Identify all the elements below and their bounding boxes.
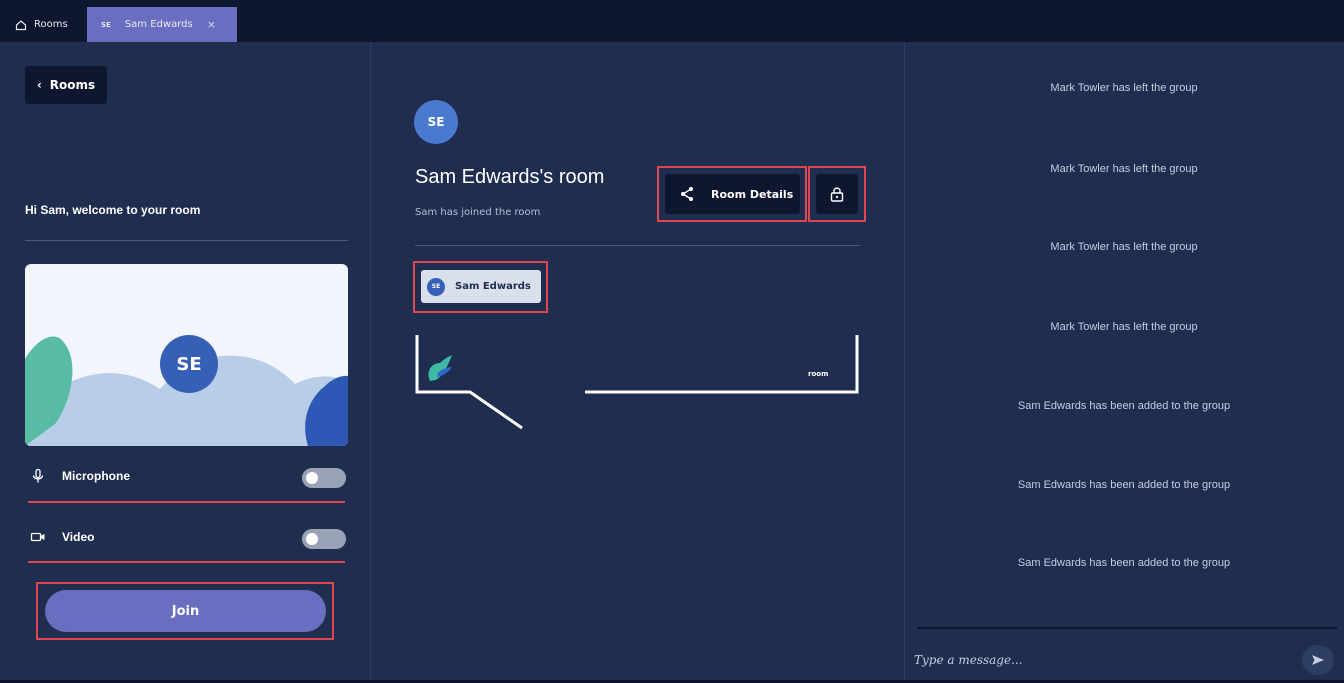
share-icon — [681, 187, 693, 201]
divider — [415, 245, 860, 246]
close-tab-icon[interactable]: × — [207, 18, 216, 31]
tab-sam-edwards[interactable]: SE Sam Edwards × — [87, 7, 237, 42]
divider — [25, 240, 348, 241]
home-icon — [15, 19, 27, 30]
list-item: Mark Towler has left the group — [1050, 321, 1198, 333]
room-avatar: SE — [414, 100, 458, 144]
message-input[interactable] — [914, 643, 1294, 677]
video-highlight — [28, 561, 345, 563]
room-title: Sam Edwards's room — [415, 166, 605, 188]
video-label: Video — [62, 530, 95, 544]
lock-room-button[interactable] — [816, 174, 858, 214]
tab-avatar-badge: SE — [101, 20, 111, 29]
microphone-label: Microphone — [62, 469, 130, 483]
list-item: Mark Towler has left the group — [1050, 163, 1198, 175]
toggle-knob — [306, 472, 318, 484]
composer-divider — [917, 627, 1337, 629]
preview-avatar: SE — [160, 335, 218, 393]
chevron-left-icon: ‹ — [36, 78, 42, 92]
room-frame-graphic — [415, 335, 859, 430]
list-item: Sam Edwards has been added to the group — [1017, 400, 1231, 412]
lock-icon — [830, 187, 844, 202]
microphone-toggle[interactable] — [302, 468, 346, 488]
send-button[interactable] — [1302, 645, 1334, 675]
microphone-icon — [32, 468, 44, 483]
room-details-label: Room Details — [711, 187, 794, 201]
list-item: Sam Edwards has been added to the group — [1017, 557, 1231, 569]
room-details-button[interactable]: Room Details — [665, 174, 800, 214]
send-icon — [1312, 655, 1324, 665]
tab-rooms-label: Rooms — [34, 19, 68, 30]
participant-avatar: SE — [427, 277, 445, 296]
toggle-knob — [306, 533, 318, 545]
list-item: Mark Towler has left the group — [1050, 82, 1198, 94]
back-to-rooms-button[interactable]: ‹ Rooms — [25, 66, 107, 104]
left-divider — [370, 42, 371, 683]
microphone-highlight — [28, 501, 345, 503]
right-divider — [904, 42, 905, 683]
video-toggle[interactable] — [302, 529, 346, 549]
video-row: Video — [25, 520, 348, 554]
tab-rooms[interactable]: Rooms — [7, 7, 87, 42]
back-to-rooms-label: Rooms — [49, 78, 96, 92]
list-item: Mark Towler has left the group — [1050, 241, 1198, 253]
join-button[interactable]: Join — [45, 590, 326, 632]
camera-preview: SE — [25, 264, 348, 446]
list-item: Sam Edwards has been added to the group — [1017, 479, 1231, 491]
participant-name: Sam Edwards — [455, 281, 531, 292]
microphone-row: Microphone — [25, 459, 348, 493]
welcome-message: Hi Sam, welcome to your room — [25, 203, 201, 217]
bird-logo-icon — [428, 355, 452, 381]
video-camera-icon — [30, 532, 45, 542]
participant-chip[interactable]: SE Sam Edwards — [421, 270, 541, 303]
room-subtitle: Sam has joined the room — [415, 207, 541, 218]
brand-wordmark: room — [808, 370, 829, 378]
tab-sam-edwards-label: Sam Edwards — [124, 19, 193, 30]
tab-bar: Rooms SE Sam Edwards × — [0, 0, 1344, 42]
